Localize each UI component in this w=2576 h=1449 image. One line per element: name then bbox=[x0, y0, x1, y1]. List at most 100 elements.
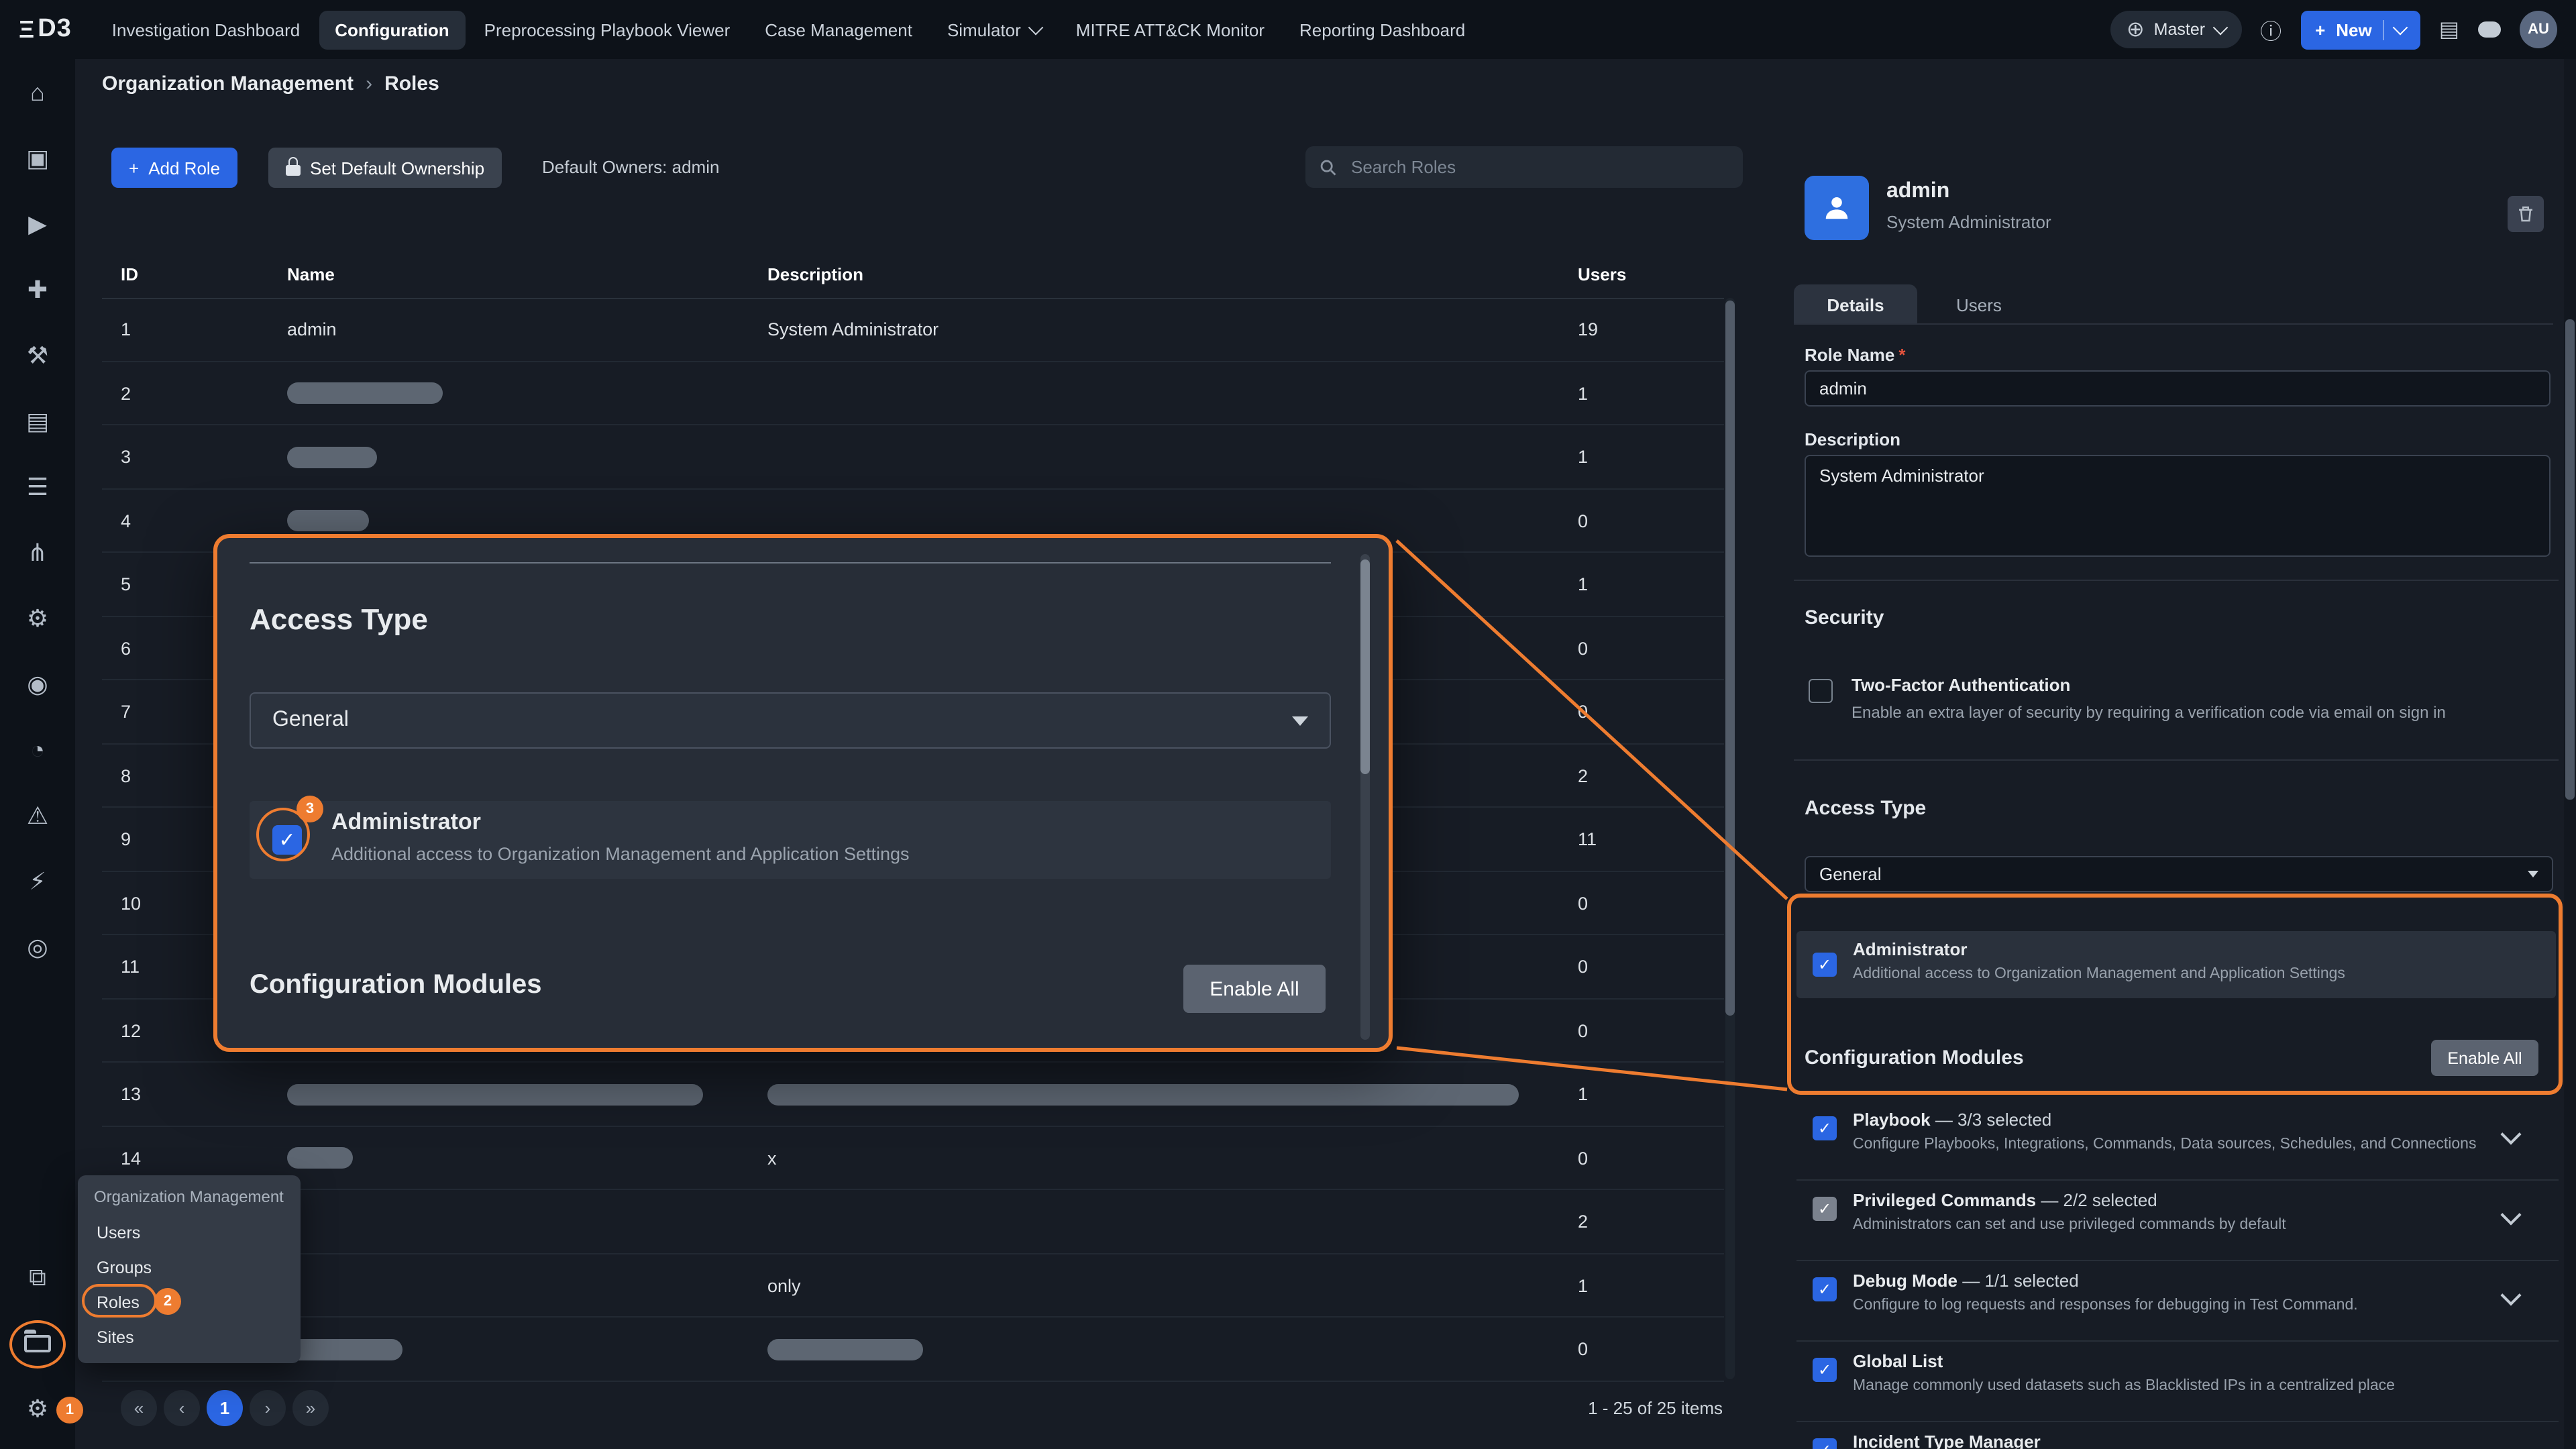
administrator-checkbox[interactable]: ✓ bbox=[1813, 953, 1837, 977]
delete-role-button[interactable] bbox=[2508, 196, 2544, 232]
role-avatar bbox=[1805, 176, 1869, 240]
column-header-name[interactable]: Name bbox=[287, 252, 335, 298]
row-users: 1 bbox=[1578, 1063, 1588, 1126]
nav-simulator[interactable]: Simulator bbox=[931, 10, 1057, 49]
nav-reporting-dashboard[interactable]: Reporting Dashboard bbox=[1283, 10, 1481, 49]
popup-scrollbar-thumb[interactable] bbox=[1360, 559, 1370, 774]
chevron-down-icon[interactable] bbox=[2500, 1285, 2521, 1305]
popup-access-type-select[interactable]: General bbox=[250, 692, 1331, 749]
column-header-users[interactable]: Users bbox=[1578, 252, 1626, 298]
module-checkbox[interactable]: ✓ bbox=[1813, 1116, 1837, 1140]
popup-administrator-checkbox[interactable]: ✓ bbox=[272, 825, 302, 855]
last-page-button[interactable]: » bbox=[292, 1390, 329, 1426]
puzzle-icon[interactable]: ✚ bbox=[19, 272, 56, 309]
menu-item-users[interactable]: Users bbox=[78, 1216, 301, 1250]
windows-icon[interactable]: ⧉ bbox=[19, 1260, 56, 1296]
module-title: Incident Type Manager bbox=[1853, 1432, 2041, 1449]
module-row-playbook[interactable]: ✓Playbook — 3/3 selectedConfigure Playbo… bbox=[1796, 1100, 2559, 1179]
app-logo[interactable]: Ξ D3 bbox=[19, 15, 72, 44]
folder-icon[interactable] bbox=[19, 1326, 56, 1362]
column-header-id[interactable]: ID bbox=[121, 252, 138, 298]
network-icon[interactable]: ⋔ bbox=[19, 535, 56, 572]
annotation-badge-3: 3 bbox=[297, 796, 323, 822]
access-type-select[interactable]: General bbox=[1805, 856, 2553, 892]
video-play-icon[interactable]: ▶ bbox=[19, 207, 56, 243]
chat-icon[interactable] bbox=[2478, 21, 2501, 38]
next-page-button[interactable]: › bbox=[250, 1390, 286, 1426]
table-row[interactable]: 16only1 bbox=[102, 1254, 1724, 1318]
module-row-privileged-commands[interactable]: ✓Privileged Commands — 2/2 selectedAdmin… bbox=[1796, 1179, 2559, 1260]
master-environment-dropdown[interactable]: ⊕ Master bbox=[2110, 11, 2241, 48]
table-row[interactable]: 14x0 bbox=[102, 1126, 1724, 1190]
module-checkbox[interactable]: ✓ bbox=[1813, 1277, 1837, 1301]
chevron-down-icon[interactable] bbox=[2500, 1124, 2521, 1144]
document-icon[interactable]: ▤ bbox=[2439, 16, 2459, 43]
info-icon[interactable]: ⓘ bbox=[2260, 13, 2282, 46]
menu-item-sites[interactable]: Sites bbox=[78, 1320, 301, 1355]
fingerprint-icon[interactable]: ◎ bbox=[19, 930, 56, 966]
table-row[interactable]: 152 bbox=[102, 1190, 1724, 1254]
breadcrumb-page: Roles bbox=[384, 72, 439, 95]
popup-enable-all-button[interactable]: Enable All bbox=[1183, 965, 1326, 1013]
calendar-icon[interactable]: ▤ bbox=[19, 404, 56, 440]
user-avatar[interactable]: AU bbox=[2520, 11, 2557, 48]
gear-icon[interactable]: ⚙ bbox=[19, 1391, 56, 1428]
row-users: 0 bbox=[1578, 489, 1588, 553]
menu-item-groups[interactable]: Groups bbox=[78, 1250, 301, 1285]
home-icon[interactable]: ⌂ bbox=[19, 75, 56, 111]
calendar-check-icon[interactable]: ▣ bbox=[19, 141, 56, 177]
two-factor-checkbox[interactable] bbox=[1809, 679, 1833, 703]
search-input[interactable] bbox=[1348, 156, 1729, 178]
new-button[interactable]: + New bbox=[2300, 10, 2420, 49]
first-page-button[interactable]: « bbox=[121, 1390, 157, 1426]
table-row[interactable]: 170 bbox=[102, 1318, 1724, 1381]
donut-icon[interactable]: ◔ bbox=[19, 733, 56, 769]
chevron-down-icon[interactable] bbox=[2500, 1204, 2521, 1225]
access-type-value: General bbox=[1819, 864, 1882, 884]
tools-icon[interactable]: ⚒ bbox=[19, 338, 56, 374]
window-scrollbar-thumb[interactable] bbox=[2565, 319, 2575, 800]
enable-all-button[interactable]: Enable All bbox=[2431, 1040, 2538, 1076]
table-row[interactable]: 31 bbox=[102, 425, 1724, 489]
module-row-incident-type-manager[interactable]: ✓ Incident Type Manager bbox=[1796, 1421, 2559, 1449]
breadcrumb-section[interactable]: Organization Management bbox=[102, 72, 354, 95]
nav-preprocessing-playbook-viewer[interactable]: Preprocessing Playbook Viewer bbox=[468, 10, 747, 49]
breadcrumb-separator-icon: › bbox=[366, 72, 372, 95]
page-1-button[interactable]: 1 bbox=[207, 1390, 243, 1426]
module-description: Manage commonly used datasets such as Bl… bbox=[1853, 1378, 2395, 1394]
annotation-badge-2: 2 bbox=[154, 1288, 181, 1315]
lightning-icon[interactable]: ⚡ bbox=[19, 864, 56, 900]
add-role-button[interactable]: + Add Role bbox=[111, 148, 237, 188]
nav-configuration[interactable]: Configuration bbox=[319, 10, 465, 49]
module-checkbox[interactable]: ✓ bbox=[1813, 1358, 1837, 1382]
nav-investigation-dashboard[interactable]: Investigation Dashboard bbox=[96, 10, 316, 49]
column-header-description[interactable]: Description bbox=[767, 252, 863, 298]
radar-icon[interactable]: ◉ bbox=[19, 667, 56, 703]
set-default-ownership-button[interactable]: Set Default Ownership bbox=[268, 148, 502, 188]
gear-icon[interactable]: ⚙ bbox=[19, 601, 56, 637]
section-divider bbox=[1794, 759, 2559, 761]
table-row[interactable]: 131 bbox=[102, 1063, 1724, 1126]
menu-item-roles[interactable]: Roles bbox=[78, 1285, 301, 1320]
row-id: 5 bbox=[121, 553, 131, 616]
warning-icon[interactable]: ⚠ bbox=[19, 798, 56, 835]
nav-case-management[interactable]: Case Management bbox=[749, 10, 928, 49]
search-box[interactable] bbox=[1305, 146, 1743, 188]
nav-mitre-att-ck-monitor[interactable]: MITRE ATT&CK Monitor bbox=[1060, 10, 1281, 49]
module-title: Global List bbox=[1853, 1351, 1943, 1371]
prev-page-button[interactable]: ‹ bbox=[164, 1390, 200, 1426]
tab-details[interactable]: Details bbox=[1794, 284, 1917, 325]
module-row-global-list[interactable]: ✓ Global List Manage commonly used dataset… bbox=[1796, 1340, 2559, 1421]
table-row[interactable]: 1adminSystem Administrator19 bbox=[102, 298, 1724, 362]
role-name-input[interactable] bbox=[1805, 370, 2551, 407]
module-checkbox[interactable]: ✓ bbox=[1813, 1197, 1837, 1221]
menu-items: UsersGroupsRolesSites bbox=[78, 1216, 301, 1355]
table-scrollbar-thumb[interactable] bbox=[1725, 301, 1735, 1016]
module-row-debug-mode[interactable]: ✓Debug Mode — 1/1 selectedConfigure to l… bbox=[1796, 1260, 2559, 1340]
module-checkbox[interactable]: ✓ bbox=[1813, 1438, 1837, 1449]
description-textarea[interactable]: System Administrator bbox=[1805, 455, 2551, 557]
chevron-down-icon[interactable] bbox=[2392, 20, 2408, 36]
table-row[interactable]: 21 bbox=[102, 362, 1724, 425]
tab-users[interactable]: Users bbox=[1917, 284, 2041, 325]
database-icon[interactable]: ☰ bbox=[19, 470, 56, 506]
